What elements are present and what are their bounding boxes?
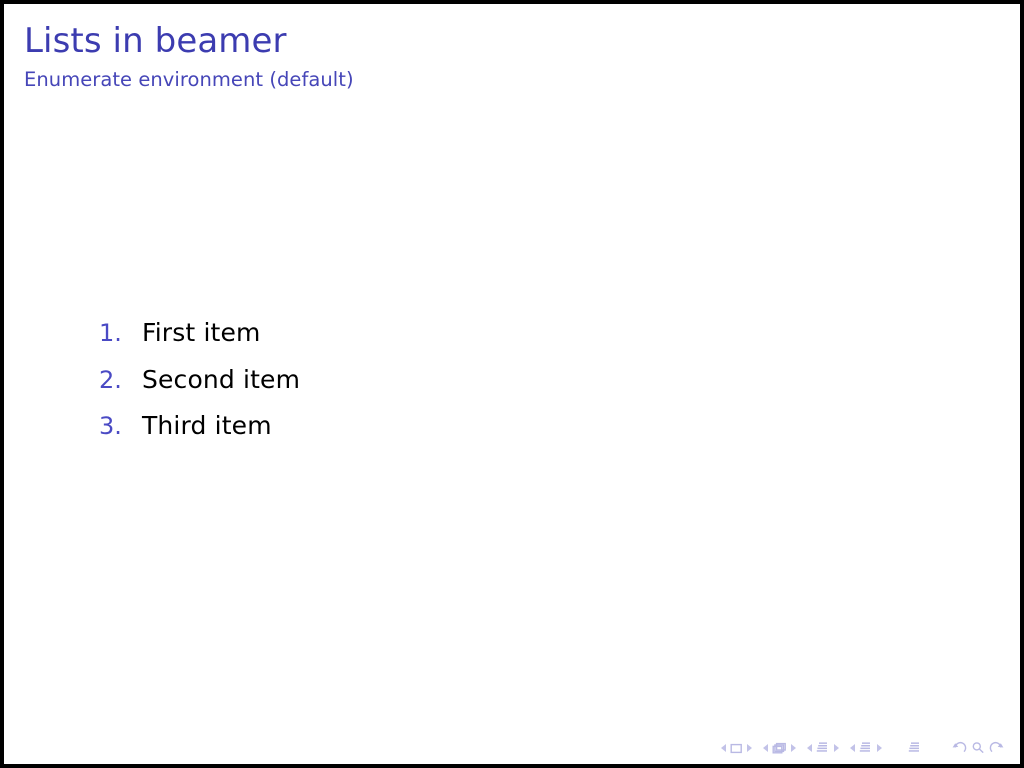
slide-canvas: Lists in beamer Enumerate environment (d… <box>4 4 1020 764</box>
presentation-icon[interactable] <box>908 741 922 755</box>
search-icon[interactable] <box>971 741 985 755</box>
enumerate-list: 1. First item 2. Second item 3. Third it… <box>99 320 980 460</box>
subsection-navigation-group <box>807 738 839 758</box>
slide-icon[interactable] <box>730 742 743 755</box>
next-slide-arrow-icon[interactable] <box>747 744 752 752</box>
section-navigation-group <box>850 738 882 758</box>
frame-subtitle: Enumerate environment (default) <box>24 68 354 92</box>
list-item: 2. Second item <box>99 367 980 414</box>
previous-section-arrow-icon[interactable] <box>850 744 855 752</box>
subsection-icon[interactable] <box>816 741 830 755</box>
slide-frame: Lists in beamer Enumerate environment (d… <box>0 0 1024 768</box>
next-subsection-arrow-icon[interactable] <box>834 744 839 752</box>
previous-slide-arrow-icon[interactable] <box>721 744 726 752</box>
forward-arrow-icon[interactable] <box>989 741 1004 755</box>
beamer-navigation-bar <box>721 738 1004 758</box>
list-item-marker: 1. <box>99 319 122 347</box>
list-item-marker: 3. <box>99 412 122 440</box>
list-item-text: First item <box>142 318 261 347</box>
section-icon[interactable] <box>859 741 873 755</box>
frame-title: Lists in beamer <box>24 21 287 61</box>
list-item-text: Third item <box>142 411 272 440</box>
list-item: 3. Third item <box>99 413 980 460</box>
list-item-marker: 2. <box>99 365 122 394</box>
slide-headline: Lists in beamer Enumerate environment (d… <box>24 22 1000 92</box>
next-section-arrow-icon[interactable] <box>877 744 882 752</box>
frame-icon[interactable] <box>772 742 787 755</box>
back-arrow-icon[interactable] <box>952 741 967 755</box>
frame-navigation-group <box>763 738 796 758</box>
next-frame-arrow-icon[interactable] <box>791 744 796 752</box>
list-item: 1. First item <box>99 320 980 367</box>
slide-navigation-group <box>721 738 752 758</box>
list-item-text: Second item <box>142 364 301 394</box>
previous-subsection-arrow-icon[interactable] <box>807 744 812 752</box>
previous-frame-arrow-icon[interactable] <box>763 744 768 752</box>
